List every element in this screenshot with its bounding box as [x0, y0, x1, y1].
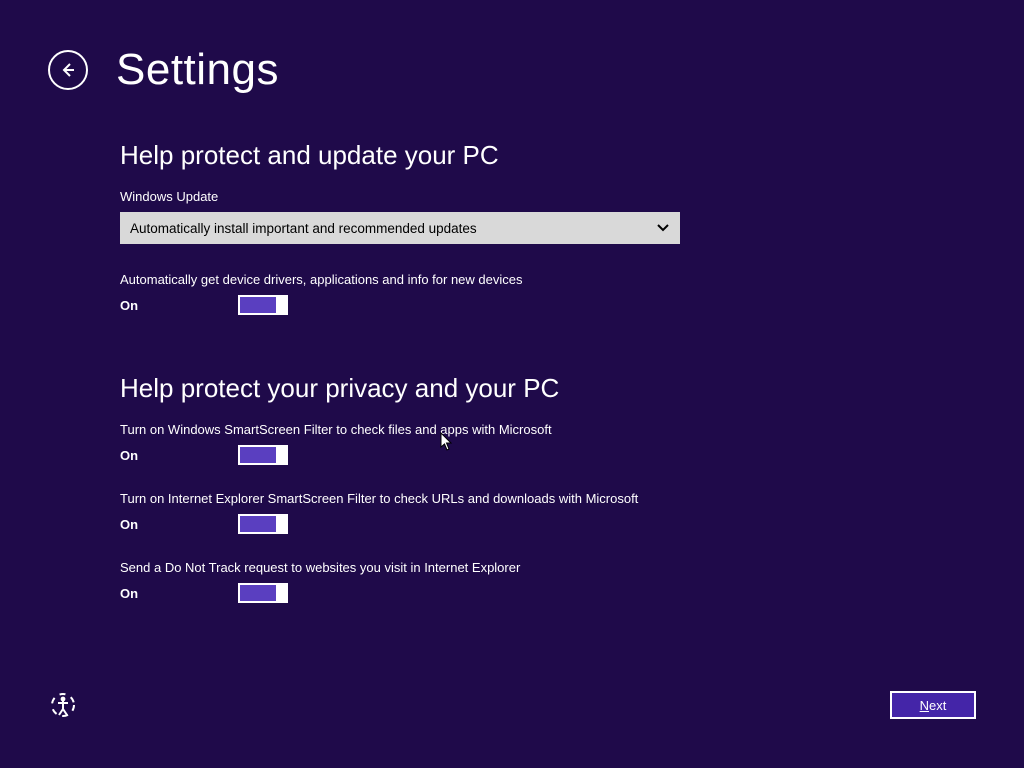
back-button[interactable]: [48, 50, 88, 90]
toggle-smartscreen-files[interactable]: [238, 445, 288, 465]
next-button[interactable]: Next: [890, 691, 976, 719]
header: Settings: [48, 48, 279, 92]
setting-do-not-track: Send a Do Not Track request to websites …: [120, 560, 880, 603]
toggle-thumb: [276, 514, 288, 534]
setting-desc: Turn on Internet Explorer SmartScreen Fi…: [120, 491, 880, 506]
page-title: Settings: [116, 48, 279, 92]
toggle-state: On: [120, 586, 144, 601]
chevron-down-icon: [656, 220, 670, 236]
footer: Next: [48, 690, 976, 720]
setting-desc: Automatically get device drivers, applic…: [120, 272, 880, 287]
next-button-accelerator: N: [920, 698, 929, 713]
next-button-rest: ext: [929, 698, 946, 713]
setting-desc: Send a Do Not Track request to websites …: [120, 560, 880, 575]
toggle-state: On: [120, 517, 144, 532]
toggle-smartscreen-ie[interactable]: [238, 514, 288, 534]
toggle-device-drivers[interactable]: [238, 295, 288, 315]
content: Help protect and update your PC Windows …: [120, 140, 880, 629]
toggle-thumb: [276, 295, 288, 315]
setting-device-drivers: Automatically get device drivers, applic…: [120, 272, 880, 315]
toggle-state: On: [120, 298, 144, 313]
setting-smartscreen-files: Turn on Windows SmartScreen Filter to ch…: [120, 422, 880, 465]
dropdown-value: Automatically install important and reco…: [130, 221, 477, 236]
toggle-state: On: [120, 448, 144, 463]
windows-update-label: Windows Update: [120, 189, 880, 204]
setting-smartscreen-ie: Turn on Internet Explorer SmartScreen Fi…: [120, 491, 880, 534]
section-heading-update: Help protect and update your PC: [120, 140, 880, 171]
toggle-do-not-track[interactable]: [238, 583, 288, 603]
arrow-left-icon: [58, 60, 78, 80]
windows-update-dropdown[interactable]: Automatically install important and reco…: [120, 212, 680, 244]
section-heading-privacy: Help protect your privacy and your PC: [120, 373, 880, 404]
toggle-thumb: [276, 445, 288, 465]
setting-desc: Turn on Windows SmartScreen Filter to ch…: [120, 422, 880, 437]
toggle-thumb: [276, 583, 288, 603]
ease-of-access-icon[interactable]: [48, 690, 78, 720]
